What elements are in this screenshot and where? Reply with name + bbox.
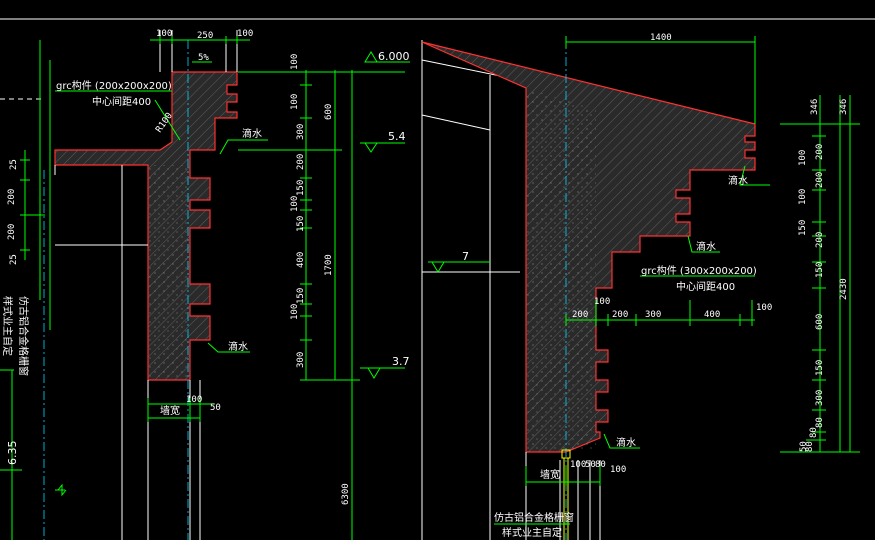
right-window-note-2: 样式业主自定 (502, 526, 562, 539)
elevation-marker-6000: 6.000 (358, 50, 410, 73)
right-hdim-2: 200 (572, 310, 588, 320)
left-chain-dim-2: 100 (290, 94, 300, 110)
left-dimension-chain: 100 100 300 200 150 100 150 400 150 100 … (238, 54, 360, 540)
left-chain-dim-11: 300 (296, 352, 306, 368)
left-total-height: 6300 (341, 483, 351, 505)
left-chain-dim-10: 100 (290, 304, 300, 320)
far-left-note-1: 仿古铝合金格栅窗 (17, 296, 30, 376)
right-chain-dim-10: 300 (815, 390, 825, 406)
left-chain-dim-1: 100 (290, 54, 300, 70)
right-outer-dim-2430: 2430 (839, 278, 849, 300)
far-left-dim-3: 200 (7, 224, 17, 240)
far-left-note-2: 样式业主自定 (1, 296, 14, 356)
left-bottom-wall-label: 墙宽 (160, 404, 180, 417)
right-chain-dim-7: 150 (815, 262, 825, 278)
right-bottom-dim-4: 100 (610, 465, 626, 475)
right-bottom-wall-label: 墙宽 (540, 468, 560, 481)
right-outer-dim-80: 80 (805, 441, 815, 452)
far-left-dim-4: 25 (9, 254, 19, 265)
right-chain-dim-11: 80 (815, 417, 825, 428)
left-grc-label: grc构件 (200x200x200) (56, 79, 172, 92)
left-chain-dim-8: 400 (296, 252, 306, 268)
left-chain-dim-7: 150 (296, 216, 306, 232)
svg-text:5.4: 5.4 (388, 130, 406, 143)
right-hdim-6: 100 (756, 303, 772, 313)
cad-drawing-canvas: 25 200 200 25 仿古铝合金格栅窗 样式业主自定 6.35 100 2… (0, 18, 875, 540)
left-section-detail: 100 250 100 5% grc构件 (200x200x200) 中心间距4… (54, 29, 268, 540)
right-drip-3: 滴水 (616, 436, 636, 449)
right-chain-dim-12: 80 (809, 427, 819, 438)
right-grc-label: grc构件 (300x200x200) (641, 264, 757, 277)
right-top-346-a: 346 (810, 99, 820, 115)
left-top-dim-right: 100 (237, 29, 253, 39)
right-top-346-b: 346 (839, 99, 849, 115)
left-top-dim-mid: 250 (197, 31, 213, 41)
svg-text:6.000: 6.000 (378, 50, 410, 63)
far-left-strip: 25 200 200 25 仿古铝合金格栅窗 样式业主自定 6.35 (0, 40, 67, 540)
left-drip-1: 滴水 (242, 127, 262, 140)
right-grc-spacing: 中心间距400 (676, 280, 735, 293)
left-chain-dim-5: 150 (296, 180, 306, 196)
right-chain-dim-4: 200 (815, 172, 825, 188)
right-hdim-1: 100 (594, 297, 610, 307)
elevation-marker-5-4: 5.4 (360, 130, 406, 153)
right-chain-dim-8: 600 (815, 314, 825, 330)
right-dimension-chain: 346 346 100 200 100 200 150 200 150 600 … (780, 95, 860, 453)
right-drip-1: 滴水 (728, 174, 748, 187)
right-top-dim: 1400 (650, 33, 672, 43)
svg-text:3.7: 3.7 (392, 355, 410, 368)
left-bottom-dim-2: 50 (210, 403, 221, 413)
right-chain-dim-3: 100 (798, 189, 808, 205)
right-hdim-3: 200 (612, 310, 628, 320)
left-chain-dim-9: 150 (296, 288, 306, 304)
far-left-elevation: 6.35 (6, 441, 19, 466)
far-left-dim-2: 200 (7, 189, 17, 205)
left-drip-2: 滴水 (228, 340, 248, 353)
left-top-dim-left: 100 (156, 29, 172, 39)
elevation-marker-3-7: 3.7 (360, 355, 410, 379)
right-hdim-5: 400 (704, 310, 720, 320)
right-bottom-dim-1: 100 (570, 460, 586, 470)
right-chain-dim-1: 100 (798, 150, 808, 166)
left-grc-spacing: 中心间距400 (92, 95, 151, 108)
left-bottom-dim-1: 100 (186, 395, 202, 405)
right-section-detail: 1400 滴水 滴水 滴水 grc构件 (300x200x200) 中心间距40… (421, 33, 772, 540)
elevation-7: 7 (462, 250, 469, 263)
left-chain-dim-6: 100 (290, 196, 300, 212)
right-hdim-4: 300 (645, 310, 661, 320)
right-chain-dim-5: 150 (798, 220, 808, 236)
right-drip-2: 滴水 (696, 240, 716, 253)
left-chain-dim-3: 300 (296, 124, 306, 140)
left-slope-label: 5% (198, 53, 209, 63)
right-window-note-1: 仿古铝合金格栅窗 (494, 511, 574, 524)
right-bottom-dim-3: 80 (595, 460, 606, 470)
right-chain-dim-2: 200 (815, 144, 825, 160)
left-chain-dim-4: 200 (296, 154, 306, 170)
right-chain-dim-6: 200 (815, 232, 825, 248)
right-chain-dim-9: 150 (815, 360, 825, 376)
left-outer-dim-600: 600 (324, 104, 334, 120)
far-left-dim-1: 25 (9, 159, 19, 170)
left-outer-dim-1700: 1700 (324, 254, 334, 276)
